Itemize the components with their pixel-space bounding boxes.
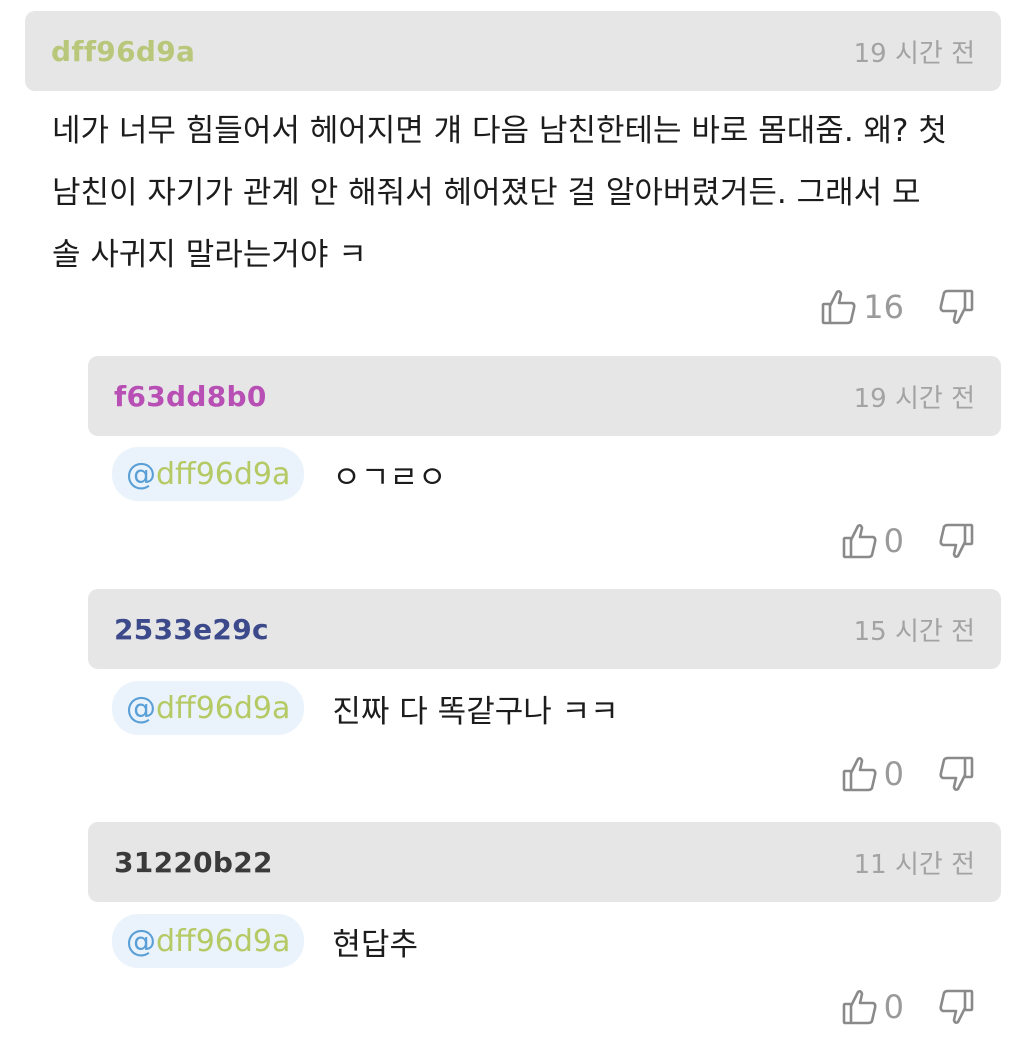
mention-tag[interactable]: @ dff96d9a [112,447,305,501]
mention-tag[interactable]: @ dff96d9a [112,681,305,735]
reply-time: 19 시간 전 [853,383,975,414]
thumbs-down-icon [938,288,974,326]
like-button[interactable]: 0 [842,522,938,560]
thumbs-up-icon [842,522,878,560]
reply-time: 11 시간 전 [853,849,975,880]
mention-username: dff96d9a [156,690,291,726]
reply-text: ㅇㄱㄹㅇ [332,459,447,496]
like-count: 0 [883,755,904,793]
reply-username[interactable]: 31220b22 [114,846,273,879]
thumbs-down-icon [938,988,974,1026]
thumbs-down-icon [938,522,974,560]
reply-header: f63dd8b0 19 시간 전 [88,356,1001,436]
dislike-button[interactable] [938,755,974,793]
like-button[interactable]: 0 [842,988,938,1026]
dislike-button[interactable] [938,522,974,560]
like-count: 0 [883,988,904,1026]
like-count: 16 [863,288,904,326]
dislike-button[interactable] [938,988,974,1026]
thumbs-down-icon [938,755,974,793]
like-count: 0 [883,522,904,560]
reply-username[interactable]: 2533e29c [114,613,269,646]
mention-tag[interactable]: @ dff96d9a [112,914,305,968]
dislike-button[interactable] [938,288,974,326]
reply-text: 진짜 다 똑같구나 ㅋㅋ [332,693,619,730]
thumbs-up-icon [842,755,878,793]
comment-header: dff96d9a 19 시간 전 [25,11,1001,91]
like-button[interactable]: 0 [842,755,938,793]
thumbs-up-icon [821,288,857,326]
reply-username[interactable]: f63dd8b0 [114,380,267,413]
like-button[interactable]: 16 [821,288,938,326]
comment-body: 네가 너무 힘들어서 헤어지면 걔 다음 남친한테는 바로 몸대줌. 왜? 첫 … [52,100,947,286]
reply-votes: 0 [842,988,974,1026]
reply-time: 15 시간 전 [853,616,975,647]
reply-content: @ dff96d9a 진짜 다 똑같구나 ㅋㅋ [112,681,619,735]
reply-header: 31220b22 11 시간 전 [88,822,1001,902]
comment-line: 남친이 자기가 관계 안 해줘서 헤어졌단 걸 알아버렸거든. 그래서 모 [52,175,921,211]
comment-username[interactable]: dff96d9a [51,35,195,68]
reply-content: @ dff96d9a ㅇㄱㄹㅇ [112,447,447,501]
mention-username: dff96d9a [156,923,291,959]
reply-votes: 0 [842,755,974,793]
thumbs-up-icon [842,988,878,1026]
reply-votes: 0 [842,522,974,560]
comment-line: 네가 너무 힘들어서 헤어지면 걔 다음 남친한테는 바로 몸대줌. 왜? 첫 [52,113,947,149]
comment-line: 솔 사귀지 말라는거야 ㅋ [52,237,367,273]
reply-text: 현답추 [332,926,418,963]
comment-time: 19 시간 전 [853,38,975,69]
comment-votes: 16 [821,288,974,326]
reply-header: 2533e29c 15 시간 전 [88,589,1001,669]
mention-username: dff96d9a [156,456,291,492]
reply-content: @ dff96d9a 현답추 [112,914,418,968]
